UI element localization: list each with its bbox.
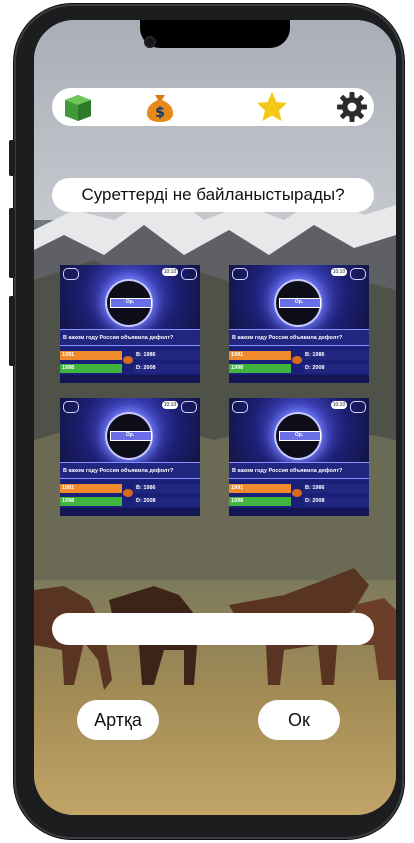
clue-image-4[interactable]: 10:10 Ор. В каком году Россия объявила д… (229, 398, 369, 516)
clue-image-1[interactable]: 10:10 Ор. В каком году Россия объявила д… (60, 265, 200, 383)
app-screen: $ Суреттерді не байланыстырады? 10:10 Ор… (34, 20, 396, 815)
answer-input[interactable] (52, 613, 374, 645)
notch (140, 20, 290, 48)
question-prompt: Суреттерді не байланыстырады? (52, 178, 374, 212)
side-button (9, 208, 15, 278)
side-button (9, 140, 15, 176)
ok-button[interactable]: Ок (258, 700, 340, 740)
camera (144, 36, 156, 48)
top-toolbar: $ (52, 88, 374, 126)
money-bag-icon[interactable]: $ (140, 88, 180, 126)
back-button[interactable]: Артқа (77, 700, 159, 740)
gear-icon[interactable] (332, 88, 372, 126)
clue-image-3[interactable]: 10:10 Ор. В каком году Россия объявила д… (60, 398, 200, 516)
clue-image-2[interactable]: 10:10 Ор. В каком году Россия объявила д… (229, 265, 369, 383)
side-button (9, 296, 15, 366)
svg-text:$: $ (155, 105, 165, 121)
layers-icon[interactable] (58, 88, 98, 126)
star-icon[interactable] (250, 88, 294, 126)
